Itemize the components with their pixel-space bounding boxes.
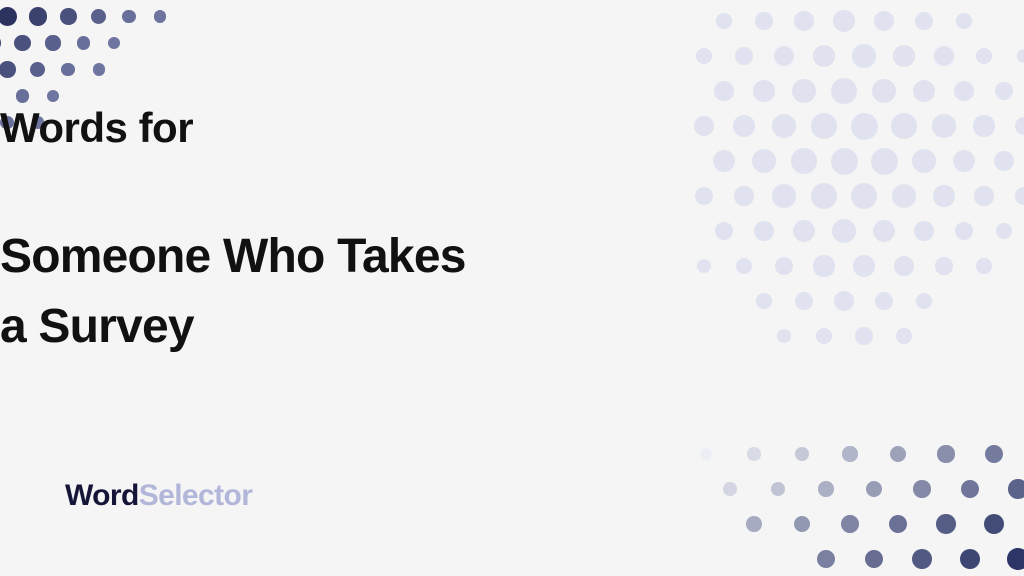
- decorative-dot: [864, 549, 884, 569]
- eyebrow-text: Words for: [0, 104, 194, 151]
- decorative-dot: [714, 81, 734, 101]
- decorative-dot: [912, 79, 936, 103]
- decorative-dot: [746, 516, 762, 532]
- decorative-dot: [0, 33, 2, 52]
- decorative-dot: [1016, 48, 1024, 64]
- decorative-dot: [755, 12, 773, 30]
- decorative-dot: [818, 481, 834, 497]
- decorative-dot: [952, 149, 976, 173]
- page-title: Someone Who Takes a Survey: [0, 222, 1024, 362]
- decorative-dot: [817, 550, 835, 568]
- decorative-dot-pattern-bottom-right: [699, 436, 1024, 576]
- decorative-dot: [15, 89, 30, 103]
- decorative-dot: [713, 150, 735, 172]
- decorative-dot: [913, 480, 931, 498]
- decorative-dot: [28, 7, 47, 26]
- decorative-dot: [933, 185, 955, 207]
- decorative-dot: [959, 548, 981, 570]
- decorative-dot: [995, 82, 1013, 100]
- decorative-dot: [912, 549, 932, 569]
- decorative-dot: [794, 11, 814, 31]
- decorative-dot: [889, 445, 907, 463]
- decorative-dot: [14, 34, 31, 52]
- decorative-dot: [753, 80, 775, 102]
- decorative-dot: [0, 61, 16, 78]
- decorative-dot: [993, 150, 1015, 172]
- decorative-dot: [734, 46, 754, 66]
- decorative-dot: [983, 513, 1005, 535]
- decorative-dot: [811, 183, 837, 209]
- decorative-dot: [833, 10, 855, 32]
- decorative-dot: [937, 445, 955, 463]
- decorative-dot: [934, 46, 954, 66]
- decorative-dot: [107, 36, 121, 50]
- decorative-dot: [61, 62, 76, 77]
- brand-logo-secondary: Selector: [138, 479, 253, 512]
- decorative-dot: [46, 89, 60, 103]
- decorative-dot: [1015, 187, 1024, 205]
- decorative-dot: [773, 45, 795, 67]
- brand-logo[interactable]: WordSelector: [65, 478, 253, 514]
- decorative-dot: [694, 186, 714, 206]
- decorative-dot: [852, 44, 876, 68]
- decorative-dot: [953, 80, 975, 102]
- decorative-dot: [794, 446, 810, 462]
- decorative-dot: [871, 78, 897, 104]
- decorative-dot: [695, 47, 713, 65]
- decorative-dot: [792, 79, 816, 103]
- decorative-dot: [984, 444, 1004, 464]
- decorative-dot: [873, 10, 895, 32]
- page-title-line-1: Someone Who Takes: [0, 230, 466, 283]
- decorative-dot: [842, 446, 858, 462]
- decorative-dot: [699, 447, 713, 461]
- decorative-dot: [122, 9, 137, 24]
- decorative-dot: [831, 78, 857, 104]
- decorative-dot: [865, 480, 883, 498]
- decorative-dot: [770, 481, 786, 497]
- decorative-dot: [841, 515, 859, 533]
- decorative-dot: [733, 185, 755, 207]
- decorative-dot: [716, 13, 732, 29]
- decorative-dot: [91, 8, 107, 25]
- decorative-dot: [1008, 479, 1024, 499]
- decorative-dot: [974, 186, 994, 206]
- decorative-dot: [888, 514, 908, 534]
- decorative-dot: [45, 35, 61, 51]
- decorative-dot: [0, 6, 18, 27]
- decorative-dot: [956, 13, 972, 29]
- decorative-dot: [893, 45, 915, 67]
- decorative-dot: [975, 47, 993, 65]
- decorative-dot: [30, 61, 46, 78]
- decorative-dot: [793, 515, 811, 533]
- decorative-dot: [59, 8, 77, 25]
- decorative-dot: [850, 182, 877, 209]
- decorative-dot-pattern-top-left: [0, 0, 200, 180]
- decorative-dot: [723, 482, 737, 496]
- decorative-dot: [1007, 548, 1024, 570]
- page-title-line-2: a Survey: [0, 300, 195, 354]
- decorative-dot: [960, 479, 980, 499]
- brand-logo-primary: Word: [65, 479, 139, 512]
- decorative-dot: [747, 447, 761, 461]
- decorative-dot: [812, 44, 836, 68]
- decorative-dot: [92, 63, 105, 76]
- decorative-dot: [153, 10, 166, 23]
- decorative-dot: [914, 11, 934, 31]
- decorative-dot: [892, 184, 916, 208]
- slide-canvas: Words for Someone Who Takes a Survey Wor…: [0, 0, 1024, 576]
- decorative-dot: [0, 0, 3, 1]
- decorative-dot: [936, 514, 956, 534]
- decorative-dot: [76, 36, 91, 50]
- decorative-dot: [772, 184, 796, 208]
